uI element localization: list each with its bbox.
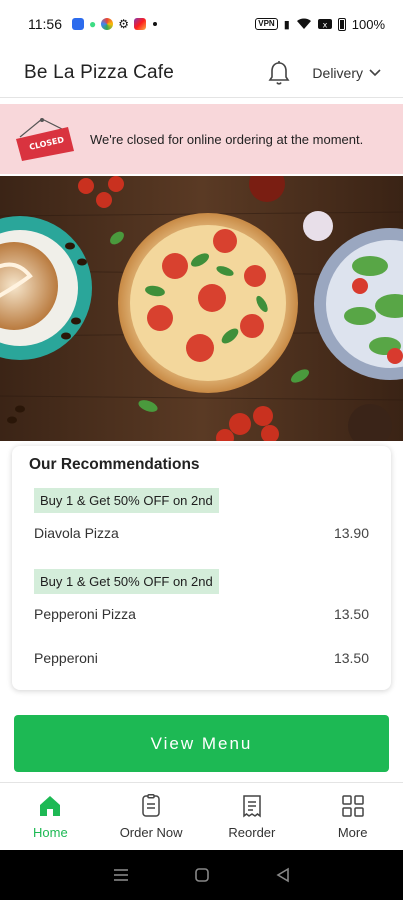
pizza-image (118, 213, 298, 393)
list-item[interactable]: Buy 1 & Get 50% OFF on 2nd Pepperoni Piz… (30, 569, 369, 622)
recommendations-title: Our Recommendations (29, 456, 200, 473)
closed-sign-icon: CLOSED (14, 117, 76, 161)
promo-badge: Buy 1 & Get 50% OFF on 2nd (34, 569, 219, 594)
home-icon (37, 793, 63, 819)
closed-message: We're closed for online ordering at the … (90, 131, 364, 147)
recommendations-list: Buy 1 & Get 50% OFF on 2nd Diavola Pizza… (30, 488, 369, 666)
android-icon: ● (89, 17, 97, 31)
bottom-nav: Home Order Now Reorder More (0, 782, 403, 850)
nav-label-home: Home (33, 825, 68, 840)
list-item[interactable]: Buy 1 & Get 50% OFF on 2nd Diavola Pizza… (30, 488, 369, 541)
status-time: 11:56 (28, 16, 62, 32)
app-notification-icon (101, 18, 114, 30)
item-name: Pepperoni (34, 650, 98, 666)
recommendations-card: Our Recommendations Buy 1 & Get 50% OFF … (12, 446, 391, 690)
nav-item-reorder[interactable]: Reorder (202, 783, 303, 850)
chevron-down-icon (369, 68, 381, 76)
delivery-label: Delivery (312, 64, 363, 81)
item-name: Diavola Pizza (34, 525, 119, 541)
vibrate-icon: ▮ (283, 18, 290, 31)
system-nav-bar (0, 850, 403, 900)
settings-notification-icon: ⚙ (118, 17, 130, 31)
app-notification-icon (72, 18, 84, 30)
delivery-mode-dropdown[interactable]: Delivery (312, 65, 381, 81)
view-menu-button[interactable]: View Menu (14, 715, 389, 772)
app-notification-icon (134, 18, 147, 30)
nav-item-more[interactable]: More (302, 783, 403, 850)
grid-icon (340, 793, 366, 819)
receipt-icon (239, 793, 265, 819)
nav-label-order-now: Order Now (119, 825, 183, 840)
status-bar: 11:56 ● ⚙ VPN ▮ x 100% (0, 0, 403, 48)
battery-percent: 100% (351, 16, 385, 32)
order-icon (138, 793, 164, 819)
battery-icon (337, 17, 346, 31)
list-item[interactable]: Pepperoni 13.50 (30, 650, 369, 666)
nav-label-more: More (337, 825, 368, 840)
item-name: Pepperoni Pizza (34, 606, 136, 622)
nav-label-reorder: Reorder (228, 825, 276, 840)
bell-icon[interactable] (266, 60, 292, 86)
system-status-icons: VPN ▮ x 100% (255, 17, 385, 32)
hero-image (0, 176, 403, 441)
signal-icon: x (317, 19, 332, 30)
recents-icon[interactable] (112, 867, 130, 883)
notification-icons: ● ⚙ (72, 17, 158, 31)
app-header: Be La Pizza Cafe Delivery (0, 48, 403, 98)
nav-item-order-now[interactable]: Order Now (101, 783, 202, 850)
back-icon[interactable] (275, 867, 291, 883)
closed-banner: CLOSED We're closed for online ordering … (0, 104, 403, 174)
svg-text:x: x (322, 21, 327, 30)
wifi-icon (296, 18, 311, 29)
item-price: 13.50 (333, 606, 369, 622)
more-notifications-dot (153, 22, 158, 26)
home-button-icon[interactable] (194, 867, 210, 883)
vpn-icon: VPN (255, 18, 278, 30)
item-price: 13.50 (333, 650, 369, 666)
promo-badge: Buy 1 & Get 50% OFF on 2nd (34, 488, 219, 513)
item-price: 13.90 (333, 525, 369, 541)
page-title: Be La Pizza Cafe (24, 61, 175, 83)
nav-item-home[interactable]: Home (0, 783, 101, 850)
